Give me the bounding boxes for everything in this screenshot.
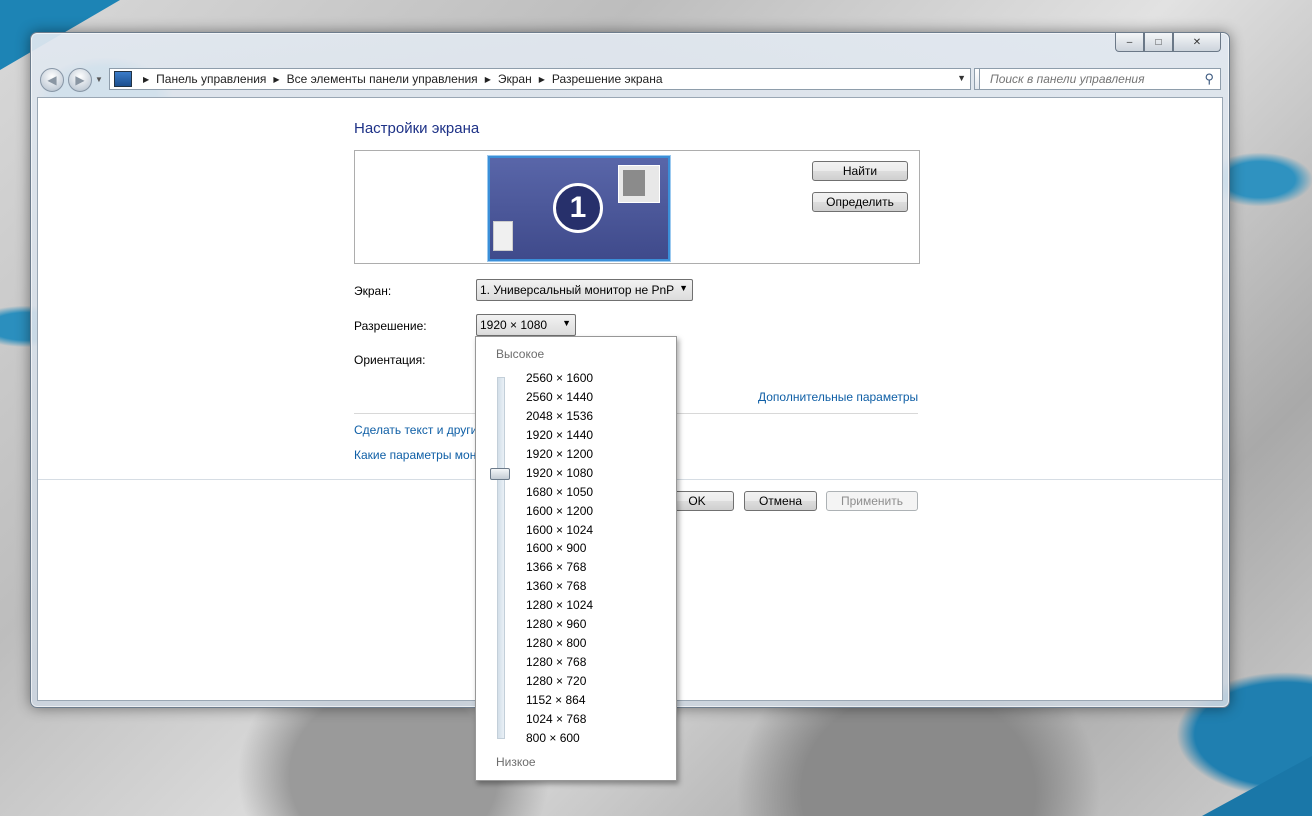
window-thumbnail-icon	[493, 221, 513, 251]
low-label: Низкое	[496, 755, 536, 769]
screen-select[interactable]: 1. Универсальный монитор не PnP ▼	[476, 279, 693, 301]
window-thumbnail-icon	[618, 165, 660, 203]
page-title: Настройки экрана	[354, 120, 480, 137]
resolution-option[interactable]: 1280 × 800	[526, 634, 593, 653]
resolution-option[interactable]: 1280 × 720	[526, 672, 593, 691]
forward-button[interactable]: ▶	[68, 68, 92, 92]
wallpaper-accent	[1202, 756, 1312, 816]
resolution-slider-thumb[interactable]	[490, 467, 510, 480]
maximize-button[interactable]: □	[1144, 33, 1173, 52]
resolution-option[interactable]: 1920 × 1440	[526, 426, 593, 445]
resolution-option[interactable]: 800 × 600	[526, 729, 593, 748]
close-button[interactable]: ✕	[1173, 33, 1221, 52]
breadcrumb-control-panel[interactable]: Панель управления	[156, 72, 266, 86]
resolution-select[interactable]: 1920 × 1080 ▼	[476, 314, 576, 336]
advanced-settings-link[interactable]: Дополнительные параметры	[758, 390, 918, 404]
resolution-dropdown: Высокое 2560 × 1600 2560 × 1440 2048 × 153…	[475, 336, 677, 781]
cancel-button[interactable]: Отмена	[744, 491, 817, 511]
monitor-thumbnail[interactable]: 1	[488, 156, 670, 261]
resolution-option[interactable]: 1280 × 768	[526, 653, 593, 672]
resolution-options: 2560 × 1600 2560 × 1440 2048 × 1536 1920 × …	[526, 369, 593, 748]
breadcrumb-arrow-icon[interactable]: ▶	[485, 75, 491, 84]
arrow-left-icon: ◀	[47, 73, 57, 87]
resolution-option[interactable]: 1920 × 1200	[526, 445, 593, 464]
breadcrumb-arrow-icon[interactable]: ▶	[539, 75, 545, 84]
identify-button[interactable]: Определить	[812, 192, 908, 212]
find-button[interactable]: Найти	[812, 161, 908, 181]
search-icon[interactable]: ⚲	[1204, 71, 1214, 87]
resolution-option[interactable]: 1280 × 1024	[526, 596, 593, 615]
address-bar[interactable]: ▶ Панель управления ▶ Все элементы панел…	[109, 68, 971, 90]
resolution-option[interactable]: 2560 × 1440	[526, 388, 593, 407]
high-label: Высокое	[496, 347, 545, 361]
resolution-option[interactable]: 1280 × 960	[526, 615, 593, 634]
resolution-option[interactable]: 1920 × 1080	[526, 464, 593, 483]
resolution-option[interactable]: 1152 × 864	[526, 691, 593, 710]
apply-button[interactable]: Применить	[826, 491, 918, 511]
breadcrumb-all-items[interactable]: Все элементы панели управления	[287, 72, 478, 86]
address-dropdown-icon[interactable]: ▼	[957, 73, 966, 83]
which-settings-link[interactable]: Какие параметры мон	[354, 448, 476, 462]
breadcrumb-screen-resolution[interactable]: Разрешение экрана	[552, 72, 663, 86]
arrow-right-icon: ▶	[75, 73, 85, 87]
screen-select-value: 1. Универсальный монитор не PnP	[480, 283, 675, 297]
chevron-down-icon: ▼	[562, 318, 571, 328]
caption-buttons: – □ ✕	[1115, 33, 1221, 52]
resolution-option[interactable]: 1680 × 1050	[526, 483, 593, 502]
resolution-option[interactable]: 2048 × 1536	[526, 407, 593, 426]
monitor-number-badge: 1	[553, 183, 603, 233]
resolution-option[interactable]: 1600 × 900	[526, 539, 593, 558]
resolution-slider-track[interactable]	[497, 377, 505, 739]
resolution-option[interactable]: 1600 × 1024	[526, 521, 593, 540]
resolution-option[interactable]: 2560 × 1600	[526, 369, 593, 388]
breadcrumb-arrow-icon[interactable]: ▶	[273, 75, 279, 84]
minimize-button[interactable]: –	[1115, 33, 1144, 52]
display-preview: 1 Найти Определить	[354, 150, 920, 264]
breadcrumb-display[interactable]: Экран	[498, 72, 532, 86]
search-input[interactable]	[988, 71, 1192, 87]
recent-pages-chevron-icon[interactable]: ▼	[95, 75, 103, 84]
text-size-link[interactable]: Сделать текст и другие	[354, 423, 484, 437]
resolution-option[interactable]: 1360 × 768	[526, 577, 593, 596]
resolution-label: Разрешение:	[354, 319, 427, 333]
resolution-option[interactable]: 1366 × 768	[526, 558, 593, 577]
resolution-option[interactable]: 1024 × 768	[526, 710, 593, 729]
screen-label: Экран:	[354, 284, 392, 298]
orientation-label: Ориентация:	[354, 353, 426, 367]
search-box[interactable]: ⚲	[979, 68, 1221, 90]
control-panel-icon	[114, 71, 132, 87]
chevron-down-icon: ▼	[679, 283, 688, 293]
navigation-bar: ◀ ▶ ▼ ▶ Панель управления ▶ Все элементы…	[37, 65, 1223, 93]
resolution-select-value: 1920 × 1080	[480, 318, 548, 332]
breadcrumb-arrow-icon[interactable]: ▶	[143, 75, 149, 84]
back-button[interactable]: ◀	[40, 68, 64, 92]
resolution-option[interactable]: 1600 × 1200	[526, 502, 593, 521]
